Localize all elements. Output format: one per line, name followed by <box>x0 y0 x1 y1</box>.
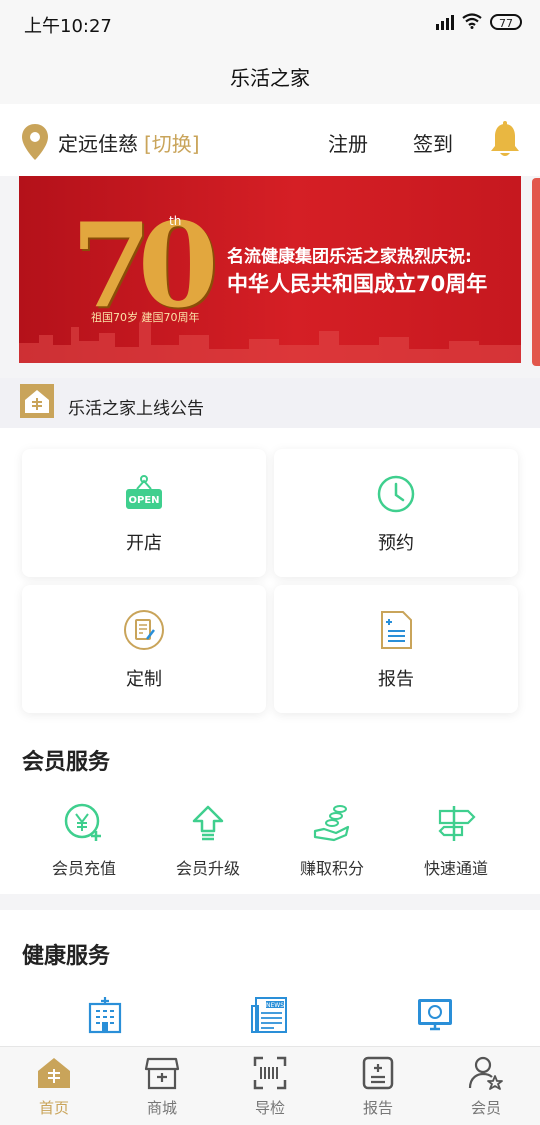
announcement-text: 乐活之家上线公告 <box>68 399 204 419</box>
signin-button[interactable]: 签到 <box>413 128 453 157</box>
report-tab-icon <box>362 1056 394 1090</box>
status-time: 上午10:27 <box>24 16 112 37</box>
tab-label: 导检 <box>254 1099 285 1117</box>
member-service-label: 会员升级 <box>175 859 240 878</box>
anniversary-th: th <box>169 214 182 228</box>
report-icon <box>381 611 412 649</box>
member-upgrade[interactable]: 会员升级 <box>148 803 268 879</box>
announcement-bar[interactable]: 乐活之家上线公告 <box>0 378 540 428</box>
tab-label: 首页 <box>38 1099 69 1117</box>
next-banner-peek <box>532 178 540 366</box>
quick-card-open-store[interactable]: OPEN 开店 <box>22 449 266 577</box>
quick-card-label: 报告 <box>378 669 414 690</box>
quick-card-label: 定制 <box>126 669 162 690</box>
member-service-label: 快速通道 <box>423 859 488 878</box>
location-bar: 定远佳慈 [切换] 注册 签到 <box>0 104 540 176</box>
earn-points-hand-icon <box>313 805 350 842</box>
quick-card-custom[interactable]: 定制 <box>22 585 266 713</box>
scan-icon <box>253 1056 287 1090</box>
tab-label: 会员 <box>470 1099 501 1117</box>
home-announcement-icon <box>20 384 54 418</box>
hospital-icon[interactable] <box>86 996 124 1034</box>
tab-shop[interactable]: 商城 <box>108 1055 216 1118</box>
location-name: 定远佳慈 [切换] <box>58 128 200 157</box>
tab-member[interactable]: 会员 <box>432 1055 540 1118</box>
status-bar: 上午10:27 77 <box>0 0 540 48</box>
bottom-tab-bar: 首页 商城 导检 报告 会员 <box>0 1046 540 1125</box>
custom-document-icon <box>124 610 164 650</box>
tab-home[interactable]: 首页 <box>0 1055 108 1118</box>
yen-plus-icon <box>64 803 101 841</box>
bell-icon[interactable] <box>488 120 522 160</box>
clock-icon <box>377 475 415 513</box>
battery-indicator: 77 <box>490 14 522 30</box>
banner-headline: 名流健康集团乐活之家热烈庆祝: <box>227 247 472 267</box>
tab-report[interactable]: 报告 <box>324 1055 432 1118</box>
quick-card-report[interactable]: 报告 <box>274 585 518 713</box>
health-services-title: 健康服务 <box>22 944 111 969</box>
quick-card-label: 开店 <box>126 533 162 554</box>
location-pin-icon <box>22 124 48 160</box>
nav-bar: 乐活之家 <box>0 48 540 104</box>
member-icon <box>468 1056 503 1090</box>
home-icon <box>38 1058 70 1088</box>
tab-label: 商城 <box>146 1099 177 1117</box>
location-label: 定远佳慈 <box>58 132 138 156</box>
promo-banner[interactable]: 70 th 祖国70岁 建国70周年 名流健康集团乐活之家热烈庆祝: 中华人民共… <box>19 176 521 363</box>
earn-points[interactable]: 赚取积分 <box>272 803 392 879</box>
member-service-label: 会员充值 <box>51 859 116 878</box>
quick-card-label: 预约 <box>378 533 414 554</box>
page-title: 乐活之家 <box>230 66 310 90</box>
member-service-label: 赚取积分 <box>299 859 364 878</box>
signal-icon <box>436 15 454 30</box>
wifi-icon <box>462 13 482 29</box>
news-icon[interactable]: NEWS <box>250 996 288 1034</box>
member-recharge[interactable]: 会员充值 <box>24 803 144 879</box>
fast-track[interactable]: 快速通道 <box>396 803 516 879</box>
quick-card-appointment[interactable]: 预约 <box>274 449 518 577</box>
svg-text:NEWS: NEWS <box>266 1002 284 1009</box>
svg-text:OPEN: OPEN <box>128 495 159 506</box>
tab-label: 报告 <box>362 1099 393 1117</box>
open-sign-icon: OPEN <box>126 475 162 509</box>
banner-subheadline: 中华人民共和国成立70周年 <box>227 272 488 296</box>
shop-icon <box>144 1057 180 1090</box>
upgrade-arrow-icon <box>192 805 224 841</box>
signpost-icon <box>438 806 476 841</box>
member-services-title: 会员服务 <box>22 750 111 775</box>
switch-location-link[interactable]: [切换] <box>144 132 200 156</box>
register-button[interactable]: 注册 <box>328 128 368 157</box>
tab-guide-check[interactable]: 导检 <box>216 1055 324 1118</box>
anniversary-caption: 祖国70岁 建国70周年 <box>91 311 200 324</box>
monitor-icon[interactable] <box>416 996 454 1034</box>
